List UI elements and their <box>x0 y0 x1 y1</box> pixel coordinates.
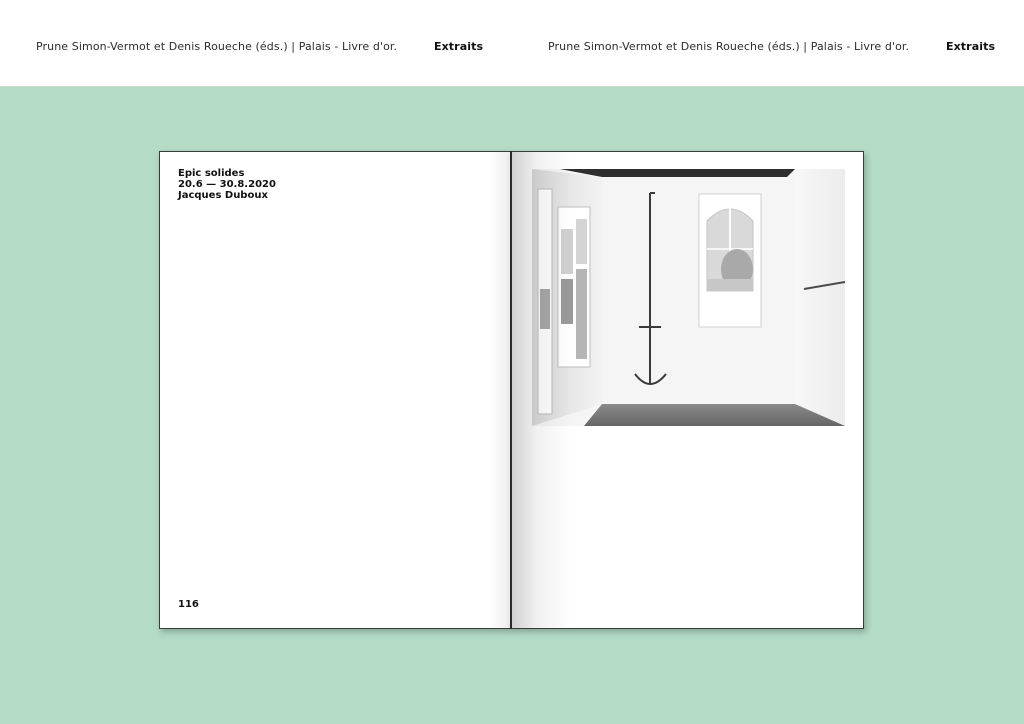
book-left-page: Epic solides 20.6 — 30.8.2020 Jacques Du… <box>159 151 511 629</box>
header-credit-right: Prune Simon-Vermot et Denis Roueche (éds… <box>548 40 910 53</box>
installation-photo-icon <box>532 169 845 426</box>
gutter-shadow-left <box>488 152 510 628</box>
header-section-left: Extraits <box>434 40 484 53</box>
page-number: 116 <box>178 599 199 610</box>
page-header: Prune Simon-Vermot et Denis Roueche (éds… <box>0 0 1024 87</box>
installation-photo <box>532 169 845 426</box>
book-spine <box>510 151 512 629</box>
exhibition-artist: Jacques Duboux <box>178 190 268 201</box>
header-section-right: Extraits <box>946 40 996 53</box>
exhibition-title: Epic solides <box>178 168 245 179</box>
exhibition-dates: 20.6 — 30.8.2020 <box>178 179 276 190</box>
header-credit-left: Prune Simon-Vermot et Denis Roueche (éds… <box>36 40 398 53</box>
book-right-page <box>511 151 864 629</box>
